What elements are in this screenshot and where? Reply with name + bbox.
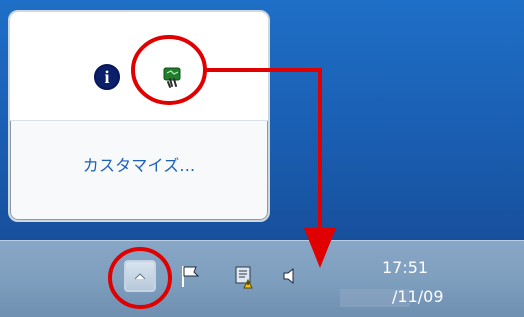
action-center-flag-icon[interactable] [176, 262, 206, 290]
speaker-icon[interactable] [280, 262, 300, 290]
customize-link[interactable]: カスタマイズ... [10, 152, 268, 180]
chevron-up-icon [134, 273, 146, 280]
info-icon[interactable]: i [94, 64, 120, 90]
show-hidden-icons-button[interactable] [124, 260, 156, 292]
overflow-icons-row: i [94, 54, 214, 98]
notification-overflow-panel: i カスタマイズ... [8, 10, 270, 222]
overflow-icons-area: i [10, 12, 268, 121]
clock-time[interactable]: 17:51 [382, 258, 452, 280]
green-app-icon[interactable] [158, 60, 188, 90]
clock-date[interactable]: /11/09 [392, 287, 480, 309]
network-warning-icon[interactable] [226, 262, 260, 290]
